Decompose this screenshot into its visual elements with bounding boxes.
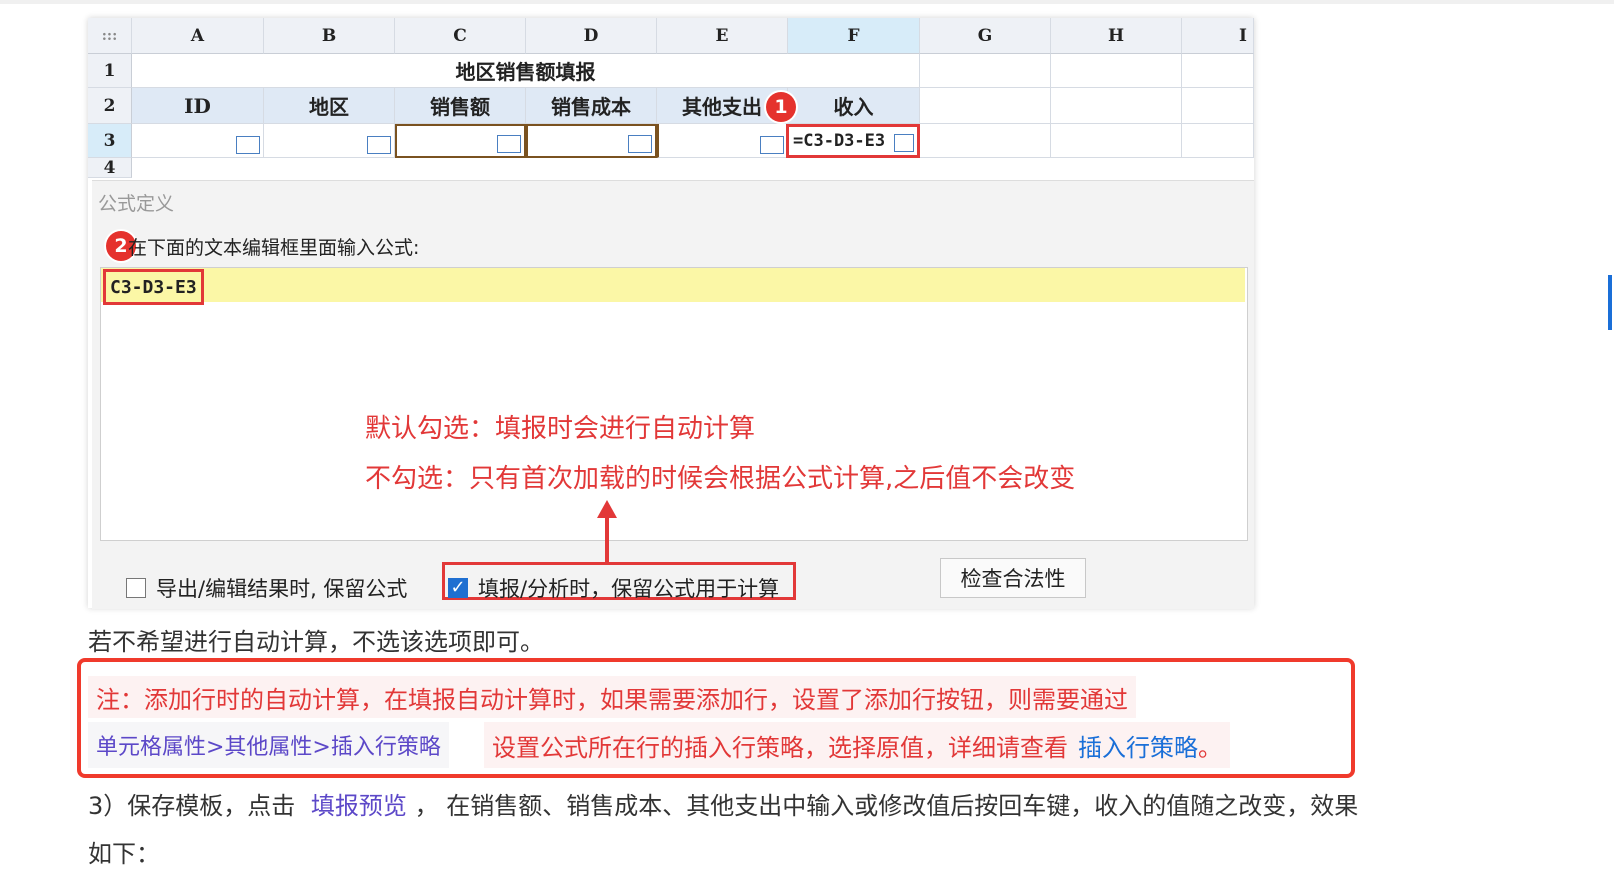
note-line-1: 注：添加行时的自动计算，在填报自动计算时，如果需要添加行，设置了添加行按钮，则需… [88,676,1136,718]
formula-cell-text: =C3-D3-E3 [793,131,886,151]
row-header-2[interactable]: 2 [88,88,132,124]
cell-g3[interactable] [920,124,1051,158]
export-keep-formula-label: 导出/编辑结果时, 保留公式 [156,577,408,601]
cell-h2[interactable] [1051,88,1182,124]
arrow-shaft [605,518,609,564]
col-header-e[interactable]: E [657,18,788,54]
dialog-title: 公式定义 [98,193,175,215]
col-header-i[interactable]: I [1182,18,1254,54]
paragraph-disable-auto-calc: 若不希望进行自动计算，不选该选项即可。 [88,628,544,656]
widget-icon [628,135,652,153]
widget-icon [497,135,521,153]
input-cell-b3[interactable] [264,124,395,158]
col-header-d[interactable]: D [526,18,657,54]
arrow-up-icon [597,500,617,518]
col-header-a[interactable]: A [132,18,264,54]
fill-preview-link[interactable]: 填报预览 [311,792,407,820]
fill-keep-formula-label: 填报/分析时，保留公式用于计算 [478,577,780,601]
checkbox-checked-icon[interactable]: ✓ [448,578,468,598]
input-cell-c3[interactable] [395,124,526,158]
step-3-prefix: 3）保存模板，点击 [88,792,296,820]
widget-icon [236,136,260,154]
paragraph-step-3: 3）保存模板，点击 填报预览 ， 在销售额、销售成本、其他支出中输入或修改值后按… [88,786,1358,821]
note-line-2: 设置公式所在行的插入行策略，选择原值，详细请查看 插入行策略 。 [484,722,1230,768]
input-cell-a3[interactable] [132,124,264,158]
widget-icon [894,134,914,152]
step-badge-1: 1 [766,92,796,122]
row-header-4[interactable]: 4 [88,158,132,178]
col-header-c[interactable]: C [395,18,526,54]
header-cell-cost[interactable]: 销售成本 [526,88,657,124]
step-3-suffix: ， 在销售额、销售成本、其他支出中输入或修改值后按回车键，收入的值随之改变，效果 [414,792,1359,820]
check-validity-button[interactable]: 检查合法性 [940,558,1086,598]
screenshot-figure: ::: A B C D E F G H I 1 2 3 4 地区销售额填报 ID… [88,18,1254,609]
col-header-b[interactable]: B [264,18,395,54]
cell-i3[interactable] [1182,124,1254,158]
dialog-prompt: 在下面的文本编辑框里面输入公式: [128,237,420,259]
current-line-highlight [101,268,1245,302]
select-all-corner[interactable]: ::: [88,18,132,54]
note-line-2-end: 。 [1198,733,1222,762]
col-header-f[interactable]: F [788,18,920,54]
annotation-unchecked: 不勾选：只有首次加载的时候会根据公式计算,之后值不会改变 [365,464,1076,494]
spreadsheet: ::: A B C D E F G H I 1 2 3 4 地区销售额填报 ID… [88,18,1254,178]
cell-i2[interactable] [1182,88,1254,124]
export-keep-formula-checkbox[interactable]: 导出/编辑结果时, 保留公式 [126,573,407,603]
formula-editor[interactable]: C3-D3-E3 默认勾选：填报时会进行自动计算 不勾选：只有首次加载的时候会根… [100,267,1248,564]
header-cell-sales[interactable]: 销售额 [395,88,526,124]
scroll-indicator[interactable] [1608,275,1612,330]
checkbox-unchecked-icon[interactable] [126,578,146,598]
widget-icon [367,136,391,154]
top-divider [0,0,1614,4]
widget-icon [760,136,784,154]
annotation-default: 默认勾选：填报时会进行自动计算 [365,414,756,444]
formula-dialog: 公式定义 2 在下面的文本编辑框里面输入公式: C3-D3-E3 默认勾选：填报… [92,180,1254,609]
col-header-h[interactable]: H [1051,18,1182,54]
cell-g2[interactable] [920,88,1051,124]
header-cell-region[interactable]: 地区 [264,88,395,124]
insert-row-policy-link[interactable]: 插入行策略 [1078,728,1198,763]
menu-path-pill: 单元格属性>其他属性>插入行策略 [88,722,449,768]
header-cell-id[interactable]: ID [132,88,264,124]
fill-keep-formula-checkbox[interactable]: ✓ 填报/分析时，保留公式用于计算 [448,573,779,603]
row-header-1[interactable]: 1 [88,54,132,88]
cell-h3[interactable] [1051,124,1182,158]
input-cell-e3[interactable] [657,124,788,158]
formula-text[interactable]: C3-D3-E3 [103,269,204,305]
note-line-2-text: 设置公式所在行的插入行策略，选择原值，详细请查看 [492,733,1068,762]
cell-i1[interactable] [1182,54,1254,88]
sheet-title-cell[interactable]: 地区销售额填报 [132,54,920,88]
input-cell-d3[interactable] [526,124,657,158]
col-header-g[interactable]: G [920,18,1051,54]
cell-h1[interactable] [1051,54,1182,88]
row-header-3[interactable]: 3 [88,124,132,158]
paragraph-step-3-line2: 如下： [88,840,160,868]
cell-g1[interactable] [920,54,1051,88]
formula-cell-f3[interactable]: =C3-D3-E3 [786,124,920,158]
header-cell-income[interactable]: 收入 [788,88,920,124]
